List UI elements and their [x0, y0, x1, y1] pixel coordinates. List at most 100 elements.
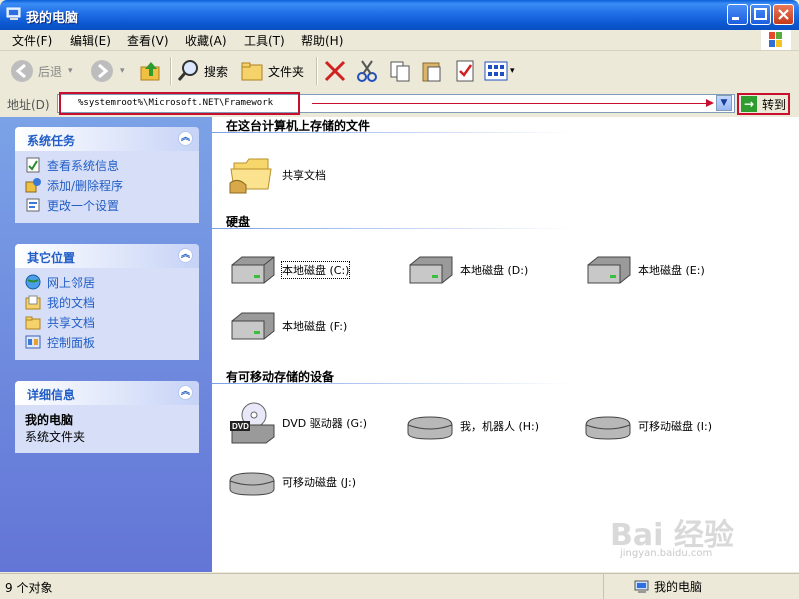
- address-label: 地址(D): [7, 98, 50, 112]
- hard-disk-icon: [409, 256, 453, 284]
- close-button[interactable]: [773, 4, 794, 25]
- search-button[interactable]: 搜索: [176, 57, 228, 85]
- delete-x-icon: [324, 60, 346, 82]
- removable-drive-icon: [407, 416, 453, 440]
- address-highlight-box: [59, 92, 300, 115]
- minimize-icon: [732, 17, 739, 20]
- go-button[interactable]: → 转到: [737, 93, 790, 115]
- task-label: 查看系统信息: [47, 158, 120, 173]
- place-label: 网上邻居: [47, 275, 96, 290]
- go-label: 转到: [762, 97, 787, 112]
- place-shared-documents[interactable]: 共享文档: [25, 312, 189, 332]
- item-label: 可移动磁盘 (J:): [282, 476, 357, 489]
- dvd-drive-item[interactable]: DVD DVD 驱动器 (G:): [228, 401, 367, 445]
- drive-h-item[interactable]: 我，机器人 (H:): [406, 411, 539, 441]
- details-header[interactable]: 详细信息 ︽: [15, 381, 199, 405]
- computer-icon: [634, 580, 649, 593]
- content-area: 在这台计算机上存储的文件 共享文档 硬盘 本地磁盘 (C:) 本地磁盘 (D:)…: [212, 117, 799, 572]
- menu-help[interactable]: 帮助(H): [301, 32, 343, 49]
- system-tasks-header[interactable]: 系统任务 ︽: [15, 127, 199, 151]
- annotation-arrow: [312, 99, 714, 107]
- task-label: 更改一个设置: [47, 198, 120, 213]
- collapse-chevron-icon[interactable]: ︽: [178, 385, 193, 400]
- place-network-neighborhood[interactable]: 网上邻居: [25, 272, 189, 292]
- toolbar-separator: [170, 57, 172, 85]
- folders-icon: [241, 62, 263, 81]
- status-object-count: 9 个对象: [5, 581, 53, 595]
- forward-button[interactable]: ▾: [90, 57, 125, 85]
- address-bar: 地址(D) %systemroot%\Microsoft.NET\Framewo…: [0, 91, 799, 118]
- folders-button[interactable]: 文件夹: [240, 57, 304, 85]
- disk-e-item[interactable]: 本地磁盘 (E:): [584, 255, 705, 285]
- shared-documents-item[interactable]: 共享文档: [228, 153, 326, 197]
- disk-d-item[interactable]: 本地磁盘 (D:): [406, 255, 528, 285]
- title-bar[interactable]: 我的电脑: [0, 0, 799, 30]
- window-title: 我的电脑: [26, 11, 79, 26]
- address-dropdown-button[interactable]: ▼: [716, 95, 732, 111]
- group-divider: [212, 132, 572, 133]
- hard-disk-icon: [231, 256, 275, 284]
- search-label: 搜索: [204, 64, 229, 79]
- menu-bar: 文件(F) 编辑(E) 查看(V) 收藏(A) 工具(T) 帮助(H): [0, 30, 799, 51]
- toolbar: 后退 ▾ ▾ 搜索 文件夹 ▾: [0, 51, 799, 92]
- details-type: 系统文件夹: [25, 430, 86, 444]
- delete-button[interactable]: [323, 57, 347, 85]
- copy-icon: [390, 61, 410, 82]
- go-arrow-icon: →: [741, 96, 757, 112]
- item-label: 我，机器人 (H:): [460, 420, 540, 433]
- task-view-system-info[interactable]: 查看系统信息: [25, 155, 189, 175]
- up-folder-button[interactable]: [139, 57, 163, 85]
- chevron-down-icon: ▼: [720, 98, 728, 108]
- collapse-chevron-icon[interactable]: ︽: [178, 131, 193, 146]
- my-documents-icon: [25, 295, 41, 310]
- folders-label: 文件夹: [268, 64, 305, 79]
- views-button[interactable]: ▾: [484, 57, 515, 85]
- item-label: 本地磁盘 (C:): [280, 261, 351, 279]
- task-add-remove-programs[interactable]: 添加/删除程序: [25, 175, 189, 195]
- place-my-documents[interactable]: 我的文档: [25, 292, 189, 312]
- drive-i-item[interactable]: 可移动磁盘 (I:): [584, 411, 712, 441]
- place-label: 共享文档: [47, 315, 96, 330]
- task-label: 添加/删除程序: [47, 178, 124, 193]
- details-panel: 详细信息 ︽ 我的电脑 系统文件夹: [15, 381, 199, 453]
- computer-icon: [6, 7, 21, 20]
- other-places-header[interactable]: 其它位置 ︽: [15, 244, 199, 268]
- close-icon: [778, 9, 789, 20]
- views-dropdown-icon: ▾: [510, 66, 515, 76]
- place-label: 控制面板: [47, 335, 96, 350]
- item-label: 共享文档: [282, 169, 326, 182]
- task-pane: 系统任务 ︽ 查看系统信息 添加/删除程序 更改一个设置 其它位置 ︽ 网上邻居…: [0, 117, 212, 572]
- removable-drive-icon: [585, 416, 631, 440]
- cut-button[interactable]: [355, 57, 379, 85]
- minimize-button[interactable]: [727, 4, 748, 25]
- menu-tools[interactable]: 工具(T): [244, 32, 285, 49]
- copy-button[interactable]: [388, 57, 412, 85]
- properties-check-icon: [456, 60, 474, 82]
- scissors-icon: [357, 60, 377, 82]
- system-info-icon: [26, 157, 40, 173]
- menu-view[interactable]: 查看(V): [127, 32, 169, 49]
- views-grid-icon: [484, 61, 508, 81]
- hard-disk-icon: [231, 312, 275, 340]
- menu-favorites[interactable]: 收藏(A): [185, 32, 227, 49]
- drive-j-item[interactable]: 可移动磁盘 (J:): [228, 467, 356, 497]
- back-button[interactable]: 后退 ▾: [10, 57, 73, 85]
- back-arrow-icon: [11, 60, 33, 82]
- control-panel-icon: [25, 335, 41, 349]
- task-change-setting[interactable]: 更改一个设置: [25, 195, 189, 215]
- disk-c-item[interactable]: 本地磁盘 (C:): [228, 255, 351, 285]
- menu-edit[interactable]: 编辑(E): [70, 32, 111, 49]
- place-control-panel[interactable]: 控制面板: [25, 332, 189, 352]
- disk-f-item[interactable]: 本地磁盘 (F:): [228, 311, 347, 341]
- group-divider: [212, 383, 572, 384]
- up-folder-icon: [140, 62, 160, 81]
- details-title: 详细信息: [27, 388, 76, 402]
- properties-button[interactable]: [453, 57, 477, 85]
- menu-file[interactable]: 文件(F): [12, 32, 52, 49]
- paste-button[interactable]: [420, 57, 444, 85]
- collapse-chevron-icon[interactable]: ︽: [178, 248, 193, 263]
- group-divider: [212, 228, 572, 229]
- maximize-button[interactable]: [750, 4, 771, 25]
- forward-arrow-icon: [91, 60, 113, 82]
- status-bar: 9 个对象 我的电脑: [0, 573, 799, 599]
